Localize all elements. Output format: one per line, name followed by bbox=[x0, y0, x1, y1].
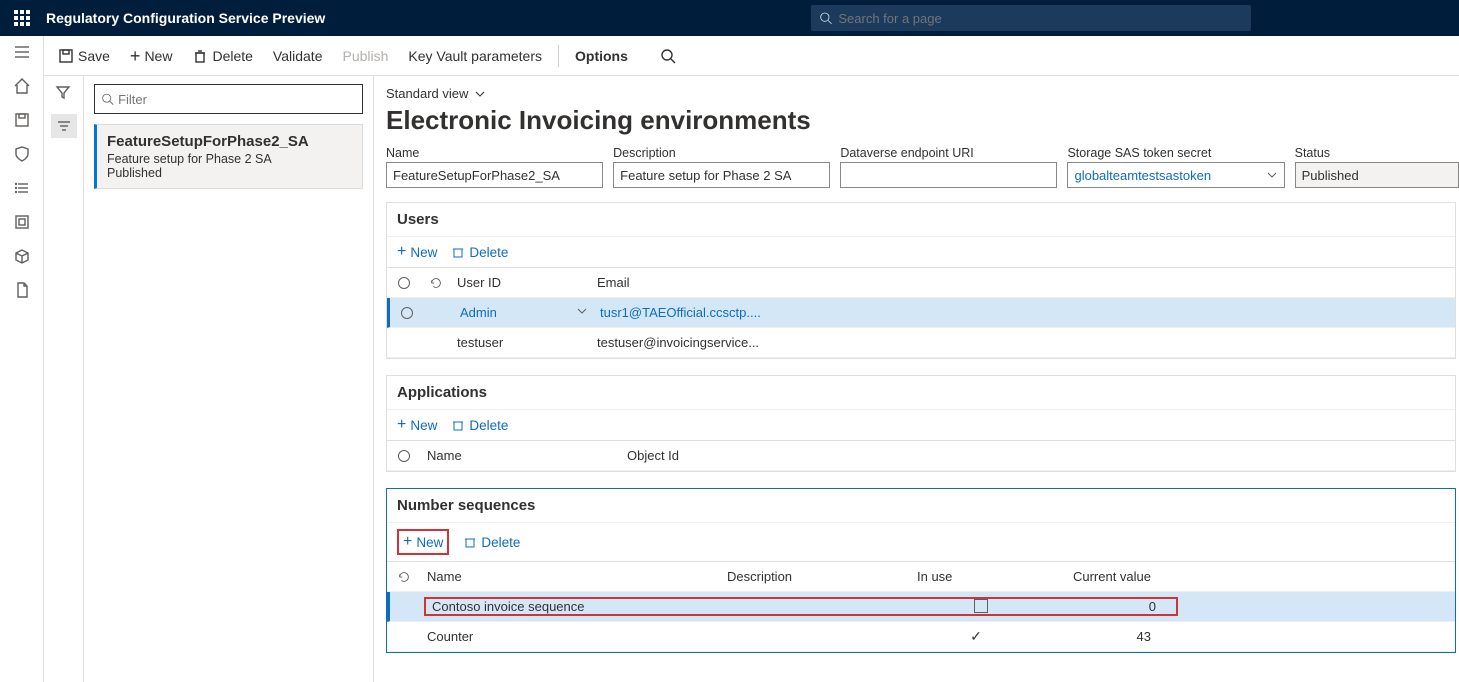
users-delete-button[interactable]: Delete bbox=[451, 243, 508, 261]
hamburger-icon[interactable] bbox=[12, 42, 32, 62]
ns-row[interactable]: Counter ✓ 43 bbox=[387, 622, 1455, 652]
row-radio[interactable] bbox=[401, 307, 413, 319]
global-search[interactable] bbox=[811, 5, 1251, 31]
desc-label: Description bbox=[613, 146, 830, 160]
status-display: Published bbox=[1295, 162, 1459, 188]
col-email[interactable]: Email bbox=[591, 275, 1455, 290]
filter-active-icon[interactable] bbox=[51, 114, 77, 138]
applications-section: Applications +New Delete Name Object Id bbox=[386, 375, 1456, 472]
page-title: Electronic Invoicing environments bbox=[386, 105, 1459, 136]
env-card-desc: Feature setup for Phase 2 SA bbox=[107, 152, 352, 166]
funnel-icon[interactable] bbox=[55, 84, 73, 102]
col-userid[interactable]: User ID bbox=[451, 275, 591, 290]
status-label: Status bbox=[1295, 146, 1459, 160]
ns-inuse-checkbox[interactable] bbox=[974, 599, 988, 613]
key-vault-button[interactable]: Key Vault parameters bbox=[400, 44, 550, 68]
ns-desc bbox=[726, 599, 916, 614]
env-card-status: Published bbox=[107, 166, 352, 180]
user-email: testuser@invoicingservice... bbox=[591, 335, 1455, 350]
col-ns-inuse[interactable]: In use bbox=[911, 569, 1041, 584]
ns-header: Number sequences bbox=[387, 489, 1455, 523]
header-fields: Name FeatureSetupForPhase2_SA Descriptio… bbox=[386, 146, 1459, 188]
col-ns-desc[interactable]: Description bbox=[721, 569, 911, 584]
topbar: Regulatory Configuration Service Preview bbox=[0, 0, 1459, 36]
user-id: Admin bbox=[460, 305, 497, 320]
ns-cv: 43 bbox=[1041, 629, 1171, 644]
main-content: Standard view Electronic Invoicing envir… bbox=[374, 76, 1459, 682]
ns-delete-button[interactable]: Delete bbox=[463, 529, 520, 555]
environment-list-panel: FeatureSetupForPhase2_SA Feature setup f… bbox=[84, 76, 374, 682]
shield-icon[interactable] bbox=[12, 144, 32, 164]
apps-delete-button[interactable]: Delete bbox=[451, 416, 508, 434]
ns-name: Contoso invoice sequence bbox=[426, 599, 726, 614]
options-button[interactable]: Options bbox=[567, 44, 636, 68]
list-icon[interactable] bbox=[12, 178, 32, 198]
name-input[interactable]: FeatureSetupForPhase2_SA bbox=[386, 162, 603, 188]
list-filter[interactable] bbox=[94, 84, 363, 114]
global-search-input[interactable] bbox=[838, 11, 1243, 26]
desc-input[interactable]: Feature setup for Phase 2 SA bbox=[613, 162, 830, 188]
action-toolbar: Save +New Delete Validate Publish Key Va… bbox=[44, 36, 1459, 76]
col-ns-cv[interactable]: Current value bbox=[1041, 569, 1171, 584]
select-all-radio[interactable] bbox=[398, 277, 410, 289]
box-icon[interactable] bbox=[12, 212, 32, 232]
name-label: Name bbox=[386, 146, 603, 160]
publish-button: Publish bbox=[334, 44, 396, 68]
refresh-icon[interactable] bbox=[429, 276, 443, 290]
dataverse-label: Dataverse endpoint URI bbox=[840, 146, 1057, 160]
users-new-button[interactable]: +New bbox=[397, 243, 437, 261]
toolbar-search-icon[interactable] bbox=[652, 44, 684, 68]
users-header: Users bbox=[387, 203, 1455, 237]
col-ns-name[interactable]: Name bbox=[421, 569, 721, 584]
apps-new-button[interactable]: +New bbox=[397, 416, 437, 434]
save-button[interactable]: Save bbox=[50, 44, 118, 68]
ns-cv: 0 bbox=[1046, 599, 1176, 614]
env-card-title: FeatureSetupForPhase2_SA bbox=[107, 133, 352, 150]
ns-refresh-icon[interactable] bbox=[397, 570, 411, 584]
chevron-down-icon[interactable] bbox=[576, 305, 588, 317]
sas-label: Storage SAS token secret bbox=[1067, 146, 1284, 160]
package-icon[interactable] bbox=[12, 246, 32, 266]
doc-icon[interactable] bbox=[12, 280, 32, 300]
validate-button[interactable]: Validate bbox=[265, 44, 331, 68]
delete-button[interactable]: Delete bbox=[184, 44, 260, 68]
number-sequences-section: Number sequences +New Delete Name Descri… bbox=[386, 488, 1456, 653]
home-icon[interactable] bbox=[12, 76, 32, 96]
ns-inuse-check: ✓ bbox=[970, 628, 982, 645]
save-icon[interactable] bbox=[12, 110, 32, 130]
environment-card[interactable]: FeatureSetupForPhase2_SA Feature setup f… bbox=[94, 124, 363, 189]
ns-name: Counter bbox=[421, 629, 721, 644]
col-object-id[interactable]: Object Id bbox=[621, 448, 1455, 463]
user-id: testuser bbox=[451, 335, 591, 350]
waffle-icon[interactable] bbox=[8, 4, 36, 32]
view-selector[interactable]: Standard view bbox=[386, 86, 1459, 101]
sas-dropdown[interactable]: globalteamtestsastoken bbox=[1067, 162, 1284, 188]
apps-header: Applications bbox=[387, 376, 1455, 410]
ns-new-button[interactable]: +New bbox=[397, 529, 449, 555]
apps-select-all[interactable] bbox=[398, 450, 410, 462]
dataverse-input[interactable] bbox=[840, 162, 1057, 188]
new-button[interactable]: +New bbox=[122, 44, 181, 68]
user-row[interactable]: testuser testuser@invoicingservice... bbox=[387, 328, 1455, 358]
filter-rail bbox=[44, 76, 84, 682]
user-email: tusr1@TAEOfficial.ccsctp.... bbox=[594, 305, 1455, 320]
col-app-name[interactable]: Name bbox=[421, 448, 621, 463]
users-section: Users +New Delete User ID Email Admin tu… bbox=[386, 202, 1456, 359]
user-row[interactable]: Admin tusr1@TAEOfficial.ccsctp.... bbox=[387, 298, 1455, 328]
left-rail bbox=[0, 36, 44, 682]
ns-row[interactable]: Contoso invoice sequence 0 bbox=[387, 592, 1455, 622]
app-title: Regulatory Configuration Service Preview bbox=[46, 10, 325, 26]
list-filter-input[interactable] bbox=[118, 92, 356, 107]
